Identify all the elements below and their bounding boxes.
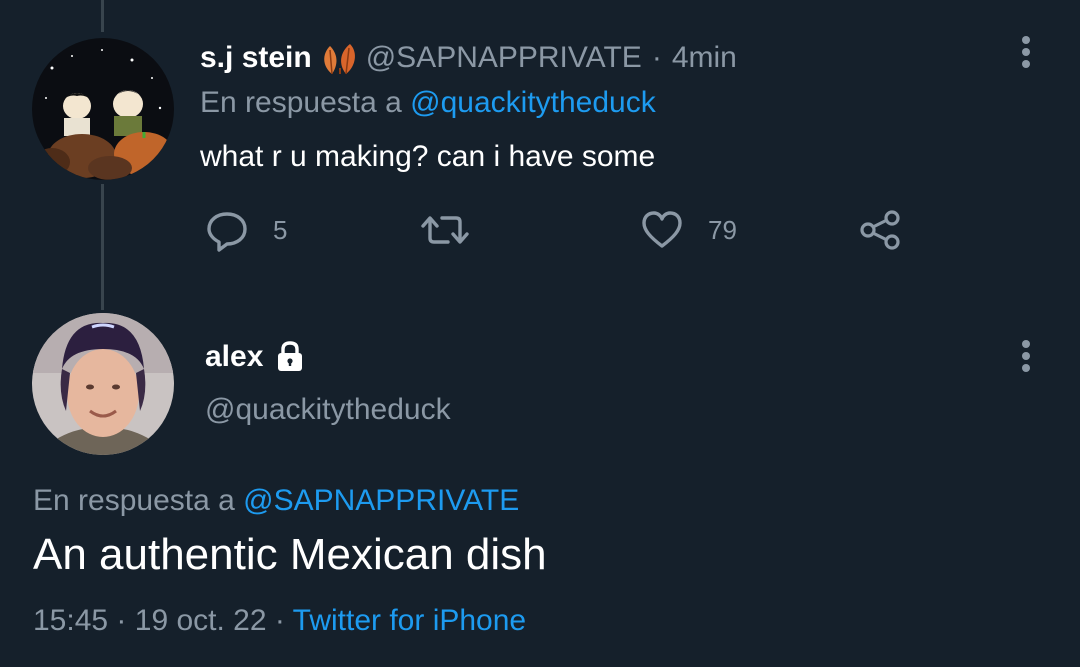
autumn-leaves-icon [320, 40, 360, 76]
reply-count: 5 [273, 214, 288, 245]
reply-handle[interactable]: @SAPNAPPRIVATE [366, 41, 642, 75]
reply-button[interactable]: 5 [205, 208, 287, 252]
avatar-alex[interactable] [32, 313, 174, 455]
thread-line-top [101, 0, 104, 32]
tweet-thread: s.j stein @SAPNAPPRIVATE · 4min En respu… [0, 0, 1080, 667]
more-options-icon[interactable] [1012, 34, 1040, 74]
reply-tweet-header: s.j stein @SAPNAPPRIVATE · 4min [200, 38, 737, 78]
reply-display-name[interactable]: s.j stein [200, 41, 312, 75]
reply-replying-to: En respuesta a @quackitytheduck [200, 86, 656, 120]
main-display-name-row: alex [205, 340, 305, 374]
main-handle[interactable]: @quackitytheduck [205, 393, 451, 427]
like-count: 79 [708, 214, 737, 245]
avatar-sj-stein[interactable] [32, 38, 174, 180]
lock-icon [275, 340, 305, 374]
tweet-source-link[interactable]: Twitter for iPhone [293, 604, 526, 637]
tweet-date[interactable]: 19 oct. 22 [135, 604, 267, 637]
share-icon [860, 210, 900, 250]
thread-line-connector [101, 184, 104, 310]
separator-dot: · [651, 41, 662, 74]
main-tweet-text: An authentic Mexican dish [33, 530, 547, 579]
heart-icon [642, 211, 682, 248]
retweet-button[interactable] [420, 208, 494, 252]
replying-to-handle-link[interactable]: @quackitytheduck [410, 86, 656, 119]
more-options-icon[interactable] [1012, 338, 1040, 378]
replying-to-label: En respuesta a [200, 86, 402, 119]
main-replying-to: En respuesta a @SAPNAPPRIVATE [33, 484, 519, 518]
like-button[interactable]: 79 [640, 208, 737, 252]
comment-icon [207, 212, 247, 252]
main-display-name[interactable]: alex [205, 340, 263, 374]
separator-dot: · [116, 604, 127, 637]
separator-dot: · [274, 604, 285, 637]
reply-time-ago[interactable]: 4min [672, 41, 737, 75]
reply-tweet-text: what r u making? can i have some [200, 140, 656, 173]
replying-to-handle-link[interactable]: @SAPNAPPRIVATE [243, 484, 519, 517]
replying-to-label: En respuesta a [33, 484, 235, 517]
tweet-time[interactable]: 15:45 [33, 604, 108, 637]
retweet-icon [421, 216, 469, 244]
share-button[interactable] [858, 208, 902, 252]
tweet-metadata: 15:45 · 19 oct. 22 · Twitter for iPhone [33, 604, 526, 638]
